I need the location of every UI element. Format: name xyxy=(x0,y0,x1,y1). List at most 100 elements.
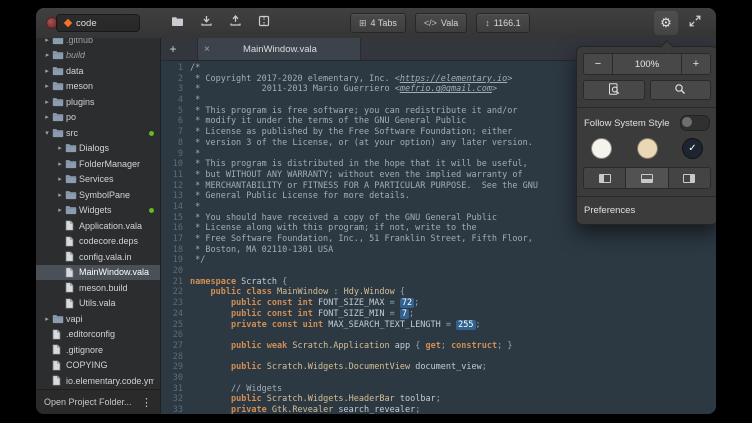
project-diamond-icon xyxy=(64,19,72,27)
chevron-right-icon[interactable]: ▸ xyxy=(42,113,52,121)
sidebar-item-config-vala-in[interactable]: config.vala.in xyxy=(36,249,160,265)
sidebar-item-label: codecore.deps xyxy=(79,236,138,246)
line-number: 28 xyxy=(161,352,190,363)
chevron-right-icon[interactable]: ▸ xyxy=(55,191,65,199)
zoom-in-button[interactable]: + xyxy=(681,53,711,75)
style-selector: ✓ xyxy=(583,138,711,159)
sidebar-item-symbolpane[interactable]: ▸SymbolPane xyxy=(36,187,160,203)
chevron-right-icon[interactable]: ▸ xyxy=(55,206,65,214)
layout-left-pane-button[interactable] xyxy=(584,168,625,188)
sidebar-item-po[interactable]: ▸po xyxy=(36,110,160,126)
code-line: 23 public const int FONT_SIZE_MAX = 72; xyxy=(161,298,716,309)
code-line: 30 xyxy=(161,373,716,384)
chevron-right-icon[interactable]: ▸ xyxy=(55,175,65,183)
sidebar-item-application-vala[interactable]: Application.vala xyxy=(36,218,160,234)
chevron-right-icon[interactable]: ▸ xyxy=(42,38,52,44)
sidebar-item-io-elementary-code-yml[interactable]: io.elementary.code.yml xyxy=(36,373,160,389)
chevron-right-icon[interactable]: ▸ xyxy=(42,98,52,106)
new-tab-button[interactable]: + xyxy=(161,38,185,60)
sidebar-item-meson-build[interactable]: meson.build xyxy=(36,280,160,296)
zoom-out-button[interactable]: − xyxy=(583,53,613,75)
folder-icon xyxy=(52,38,66,45)
chevron-down-icon[interactable]: ▾ xyxy=(42,129,52,137)
header-status-buttons: ⊞ 4 Tabs </> Vala ↕ 1166.1 xyxy=(350,13,530,33)
kebab-menu-icon[interactable]: ⋮ xyxy=(141,396,152,409)
search-button[interactable] xyxy=(650,80,712,100)
grid-icon: ⊞ xyxy=(359,18,367,29)
open-project-folder-button[interactable]: Open Project Folder... xyxy=(44,397,132,407)
file-icon xyxy=(52,375,66,386)
sidebar-item-utils-vala[interactable]: Utils.vala xyxy=(36,296,160,312)
preferences-menu-item[interactable]: Preferences xyxy=(583,204,711,218)
zoom-control: − 100% + xyxy=(583,53,711,75)
file-tree: ▸.github▸build▸data▸meson▸plugins▸po▾src… xyxy=(36,38,160,389)
find-buttons-row xyxy=(583,80,711,100)
sidebar-item-codecore-deps[interactable]: codecore.deps xyxy=(36,234,160,250)
cursor-position-label: 1166.1 xyxy=(494,18,521,28)
sidebar-item-label: Application.vala xyxy=(79,221,142,231)
code-line-text: * version 3 of the License, or (at your … xyxy=(190,138,533,149)
sidebar-item-foldermanager[interactable]: ▸ FolderManager xyxy=(36,156,160,172)
project-chip[interactable]: code xyxy=(56,14,140,32)
line-number: 17 xyxy=(161,234,190,245)
chevron-right-icon[interactable]: ▸ xyxy=(42,315,52,323)
chevron-right-icon[interactable]: ▸ xyxy=(55,160,65,168)
settings-popover: − 100% + Follow System Style xyxy=(576,46,716,225)
toggle-knob xyxy=(682,117,692,127)
chevron-right-icon[interactable]: ▸ xyxy=(42,67,52,75)
code-line-text: * Free Software Foundation, Inc., 51 Fra… xyxy=(190,234,533,245)
right-pane-icon xyxy=(683,174,695,183)
sidebar-item-dialogs[interactable]: ▸Dialogs xyxy=(36,141,160,157)
sidebar-item-editorconfig[interactable]: .editorconfig xyxy=(36,327,160,343)
open-folder-button[interactable] xyxy=(166,13,188,33)
code-line-text: public Scratch.Widgets.DocumentView docu… xyxy=(190,362,487,373)
sidebar-item-label: FolderManager xyxy=(79,159,140,169)
sidebar-item-services[interactable]: ▸Services xyxy=(36,172,160,188)
archive-icon xyxy=(258,14,270,32)
layout-bottom-pane-button[interactable] xyxy=(625,168,667,188)
sidebar-item-vapi[interactable]: ▸vapi xyxy=(36,311,160,327)
fullscreen-button[interactable] xyxy=(684,12,706,34)
line-number: 25 xyxy=(161,320,190,331)
language-button[interactable]: </> Vala xyxy=(415,13,467,33)
sidebar-item-widgets[interactable]: ▸Widgets xyxy=(36,203,160,219)
sidebar-item-plugins[interactable]: ▸plugins xyxy=(36,94,160,110)
sidebar-item-github[interactable]: ▸.github xyxy=(36,38,160,48)
chevron-right-icon[interactable]: ▸ xyxy=(42,82,52,90)
save-as-button[interactable] xyxy=(195,13,217,33)
code-line-text: public const int FONT_SIZE_MAX = 72; xyxy=(190,298,419,309)
header-bar: code xyxy=(36,8,716,39)
folder-icon xyxy=(52,50,66,60)
find-in-page-button[interactable] xyxy=(583,80,645,100)
sidebar-item-src[interactable]: ▾src xyxy=(36,125,160,141)
download-icon xyxy=(200,14,213,32)
settings-menu-button[interactable]: ⚙ xyxy=(654,11,678,35)
code-line: 17 * Free Software Foundation, Inc., 51 … xyxy=(161,234,716,245)
sidebar-item-copying[interactable]: COPYING xyxy=(36,358,160,374)
sidebar-item-label: config.vala.in xyxy=(79,252,132,262)
layout-right-pane-button[interactable] xyxy=(668,168,710,188)
sidebar-item-label: data xyxy=(66,66,84,76)
goto-line-button[interactable]: ↕ 1166.1 xyxy=(476,13,529,33)
code-line: 22 public class MainWindow : Hdy.Window … xyxy=(161,287,716,298)
dark-style-option-selected[interactable]: ✓ xyxy=(682,138,703,159)
sidebar-item-meson[interactable]: ▸meson xyxy=(36,79,160,95)
code-line: 20 xyxy=(161,266,716,277)
code-line-text: /* xyxy=(190,63,200,74)
sidebar-item-gitignore[interactable]: .gitignore xyxy=(36,342,160,358)
share-button[interactable] xyxy=(224,13,246,33)
code-line: 21namespace Scratch { xyxy=(161,277,716,288)
chevron-right-icon[interactable]: ▸ xyxy=(42,51,52,59)
templates-button[interactable] xyxy=(253,13,275,33)
light-style-option[interactable] xyxy=(591,138,612,159)
chevron-right-icon[interactable]: ▸ xyxy=(55,144,65,152)
sidebar-item-mainwindow-vala[interactable]: MainWindow.vala xyxy=(36,265,160,281)
sidebar-item-data[interactable]: ▸ data xyxy=(36,63,160,79)
tab-mainwindow-vala[interactable]: × MainWindow.vala xyxy=(197,38,361,60)
tabs-overview-button[interactable]: ⊞ 4 Tabs xyxy=(350,13,406,33)
sand-style-option[interactable] xyxy=(637,138,658,159)
sidebar-item-build[interactable]: ▸build xyxy=(36,48,160,64)
follow-system-style-toggle[interactable] xyxy=(680,115,710,131)
tab-close-icon[interactable]: × xyxy=(204,44,210,55)
upload-icon xyxy=(229,14,242,32)
